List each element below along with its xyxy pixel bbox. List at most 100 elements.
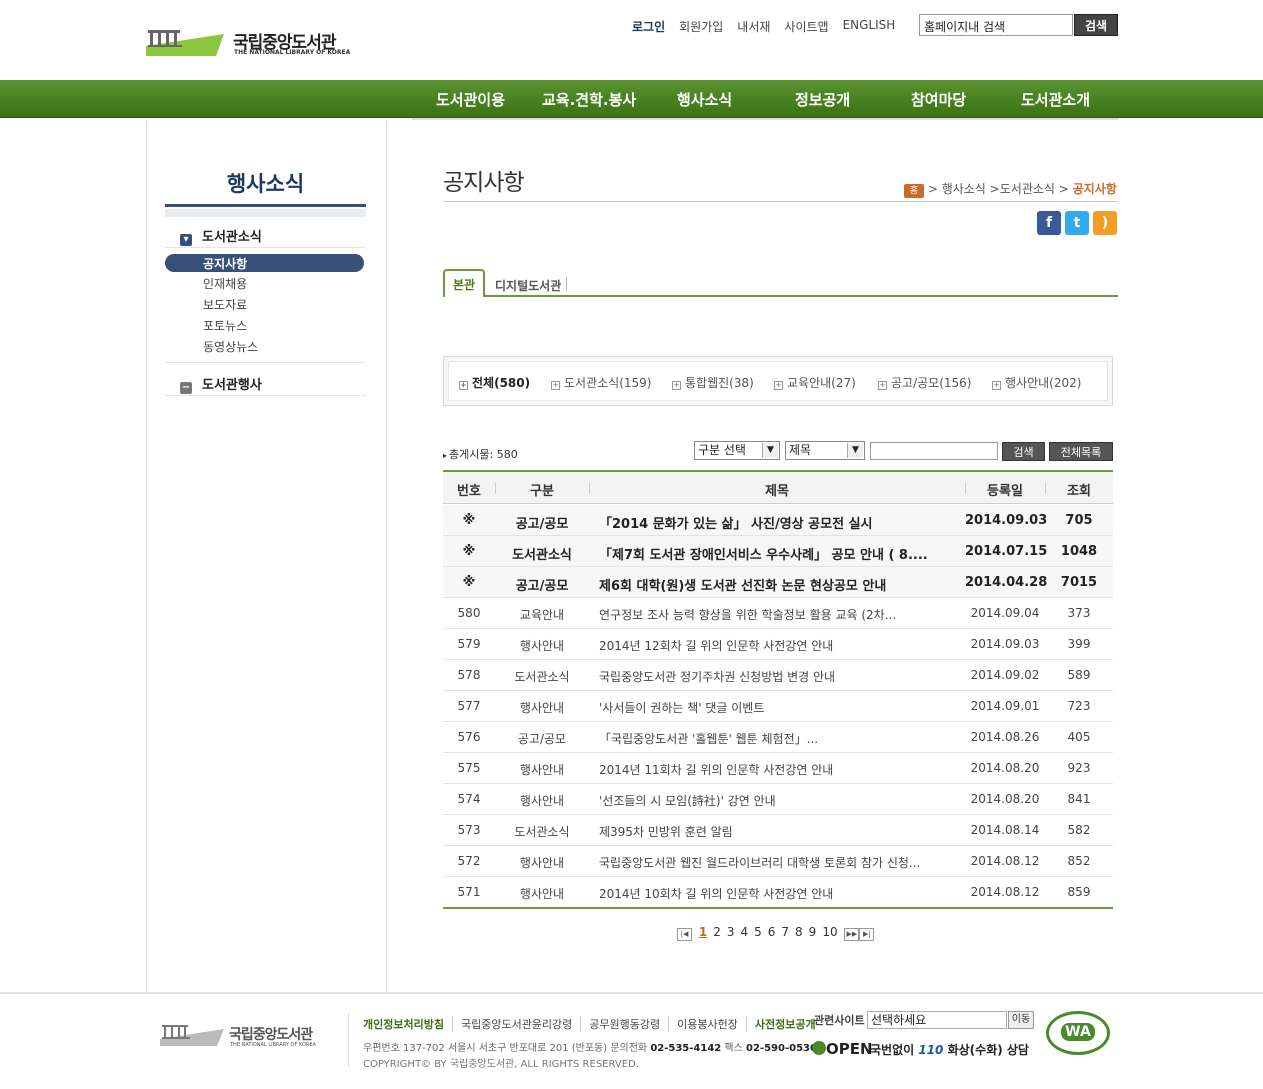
lnb-item-photo-news[interactable]: 포토뉴스 — [203, 317, 247, 334]
breadcrumb-item[interactable]: 도서관소식 — [1000, 182, 1055, 196]
home-icon[interactable]: 홈 — [904, 184, 924, 198]
twitter-icon[interactable]: t — [1065, 211, 1089, 235]
page-number[interactable]: 4 — [740, 925, 748, 939]
page-number[interactable]: 9 — [809, 925, 817, 939]
breadcrumb: 홈 > 행사소식 >도서관소식 > 공지사항 — [904, 180, 1117, 198]
row-number: 571 — [457, 885, 481, 899]
row-title[interactable]: 국립중앙도서관 웹진 월드라이브러리 대학생 토론회 참가 신청... — [599, 854, 959, 871]
row-number: 574 — [457, 792, 481, 806]
category-select-value: 구분 선택 — [698, 443, 746, 457]
tab-digital-library[interactable]: 디지털도서관 — [495, 277, 561, 294]
page-number[interactable]: 1 — [699, 925, 707, 939]
footer-link-charter[interactable]: 이용봉사헌장 — [668, 1016, 746, 1032]
gnb-item-about[interactable]: 도서관소개 — [1021, 89, 1090, 110]
fax-label: 팩스 — [721, 1043, 747, 1054]
column-header-title: 제목 — [765, 484, 789, 499]
footer-link-ethics[interactable]: 국립중앙도서관윤리강령 — [451, 1016, 580, 1032]
lnb-item-recruit[interactable]: 인재채용 — [203, 275, 247, 292]
row-title[interactable]: 2014년 10회차 길 위의 인문학 사전강연 안내 — [599, 885, 959, 902]
footer-link-prior-disclosure[interactable]: 사전정보공개 — [745, 1016, 824, 1032]
row-title[interactable]: 제6회 대학(원)생 도서관 선진화 논문 현상공모 안내 — [599, 575, 959, 594]
row-title[interactable]: 2014년 12회차 길 위의 인문학 사전강연 안내 — [599, 637, 959, 654]
site-logo[interactable]: 국립중앙도서관 THE NATIONAL LIBRARY OF KOREA — [146, 26, 356, 60]
field-select[interactable]: 제목 ▼ — [785, 441, 865, 460]
page-number[interactable]: 6 — [768, 925, 776, 939]
triangle-right-icon: ▸ — [443, 451, 448, 460]
row-category: 행사안내 — [519, 763, 565, 777]
keyword-input[interactable] — [870, 442, 998, 460]
row-hits: 582 — [1067, 823, 1091, 837]
my-library-link[interactable]: 내서재 — [737, 18, 770, 36]
footer-logo-text: 국립중앙도서관 — [229, 1027, 313, 1043]
related-sites-go-button[interactable]: 이동 — [1008, 1011, 1034, 1029]
gnb-item-education[interactable]: 교육.견학.봉사 — [542, 89, 636, 110]
gnb-item-library-use[interactable]: 도서관이용 — [436, 89, 505, 110]
category-webzine[interactable]: + 통합웹진(38) — [672, 374, 754, 391]
site-search-input[interactable]: 홈페이지내 검색 — [919, 14, 1073, 36]
gnb-item-info-disclosure[interactable]: 정보공개 — [795, 89, 850, 110]
row-date: 2014.08.12 — [970, 854, 1040, 868]
page-number[interactable]: 8 — [795, 925, 803, 939]
login-link[interactable]: 로그인 — [632, 18, 665, 36]
row-title[interactable]: 「제7회 도서관 장애인서비스 우수사례」 공모 안내 ( 8.... — [599, 544, 959, 563]
sitemap-link[interactable]: 사이트맵 — [784, 18, 828, 36]
row-title[interactable]: '선조들의 시 모임(詩社)' 강연 안내 — [599, 792, 959, 809]
page-number[interactable]: 5 — [754, 925, 762, 939]
page-number[interactable]: 2 — [713, 925, 721, 939]
divider — [165, 362, 366, 363]
lnb-item-press[interactable]: 보도자료 — [203, 296, 247, 313]
page-number[interactable]: 3 — [727, 925, 735, 939]
plus-box-icon: + — [878, 381, 887, 390]
next-pages-icon[interactable]: ▶▶ — [844, 928, 860, 941]
page-number[interactable]: 7 — [781, 925, 789, 939]
row-title[interactable]: 「2014 문화가 있는 삶」 사진/영상 공모전 실시 — [599, 513, 959, 532]
row-hits: 705 — [1065, 513, 1093, 528]
total-count: ▸ 총게시물: 580 — [443, 446, 518, 462]
row-number: 577 — [457, 699, 481, 713]
table-row: 577 행사안내 '사서들이 권하는 책' 댓글 이벤트 2014.09.01 723 — [443, 691, 1113, 722]
page-number[interactable]: 10 — [822, 925, 837, 939]
rss-icon[interactable]: ) — [1093, 211, 1117, 235]
row-title[interactable]: 연구정보 조사 능력 향상을 위한 학술정보 활용 교육 (2차... — [599, 606, 959, 623]
category-event[interactable]: + 행사안내(202) — [992, 374, 1081, 391]
category-select[interactable]: 구분 선택 ▼ — [694, 441, 780, 460]
row-number: 580 — [457, 606, 481, 620]
footer-link-conduct[interactable]: 공무원행동강령 — [580, 1016, 668, 1032]
tab-main-library[interactable]: 본관 — [443, 269, 485, 297]
chevron-down-icon: ▼ — [847, 443, 863, 458]
category-library-news[interactable]: + 도서관소식(159) — [551, 374, 651, 391]
breadcrumb-item[interactable]: 행사소식 — [942, 182, 986, 196]
english-link[interactable]: ENGLISH — [843, 18, 896, 36]
divider — [348, 1014, 349, 1066]
list-all-button[interactable]: 전체목록 — [1049, 442, 1113, 461]
row-title[interactable]: 「국립중앙도서관 '홀웹툰' 웹툰 체험전」... — [599, 730, 959, 747]
row-title[interactable]: 2014년 11회차 길 위의 인문학 사전강연 안내 — [599, 761, 959, 778]
gnb-item-events[interactable]: 행사소식 — [677, 89, 732, 110]
lnb-group-library-events[interactable]: − 도서관행사 — [180, 374, 262, 394]
row-title[interactable]: 국립중앙도서관 정기주차권 신청방법 변경 안내 — [599, 668, 959, 685]
board-search-button[interactable]: 검색 — [1002, 442, 1045, 461]
row-title[interactable]: '사서들이 권하는 책' 댓글 이벤트 — [599, 699, 959, 716]
category-education[interactable]: + 교육안내(27) — [774, 374, 856, 391]
related-sites-select[interactable]: 선택하세요 — [867, 1011, 1007, 1029]
site-search-button[interactable]: 검색 — [1074, 14, 1118, 36]
lnb-item-video-news[interactable]: 동영상뉴스 — [203, 338, 258, 355]
category-contest[interactable]: + 공고/공모(156) — [878, 374, 971, 391]
row-category: 공고/공모 — [515, 579, 569, 594]
lnb-group-library-news[interactable]: ▾ 도서관소식 — [180, 226, 262, 246]
gnb-item-participation[interactable]: 참여마당 — [911, 89, 966, 110]
row-number: 572 — [457, 854, 481, 868]
fax-number: 02-590-0530 — [746, 1043, 817, 1054]
category-filter: + 전체(580) + 도서관소식(159) + 통합웹진(38) + 교육안내(27)… — [443, 356, 1113, 406]
facebook-icon[interactable]: f — [1037, 211, 1061, 235]
footer-link-privacy[interactable]: 개인정보처리방침 — [363, 1016, 452, 1032]
last-page-icon[interactable]: ▶| — [859, 928, 875, 941]
category-all[interactable]: + 전체(580) — [459, 374, 530, 391]
footer-logo-subtext: THE NATIONAL LIBRARY OF KOREA — [230, 1042, 316, 1048]
divider — [443, 907, 1113, 909]
first-page-icon[interactable]: |◀ — [677, 928, 692, 941]
join-link[interactable]: 회원가입 — [679, 18, 723, 36]
divider — [566, 277, 567, 290]
row-title[interactable]: 제395차 민방위 훈련 알림 — [599, 823, 959, 840]
lnb-item-notice[interactable]: 공지사항 — [203, 255, 247, 272]
